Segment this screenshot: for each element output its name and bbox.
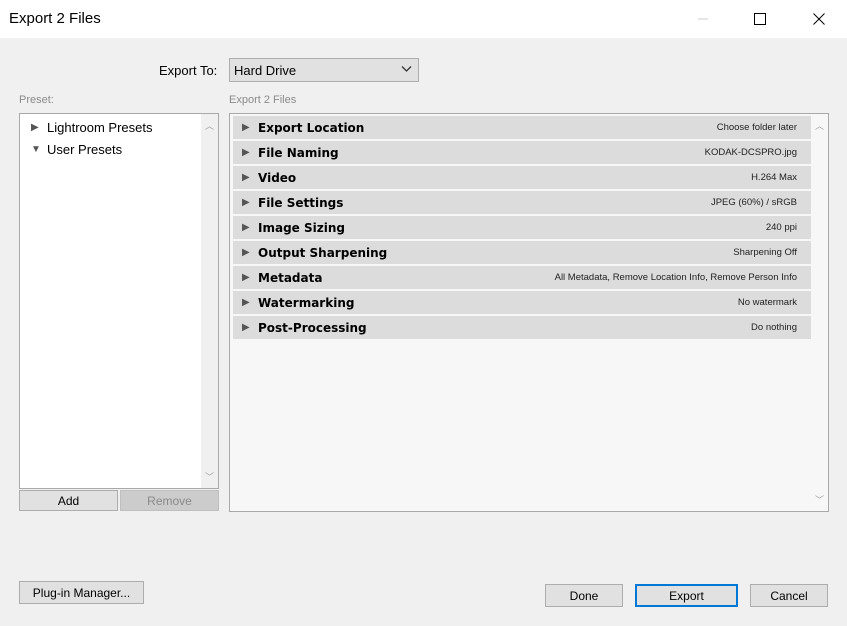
expand-triangle-icon: ▶ xyxy=(242,197,250,208)
settings-row-file-settings[interactable]: ▶ File Settings JPEG (60%) / sRGB xyxy=(233,191,811,214)
settings-row-value: No watermark xyxy=(737,297,797,308)
plugin-manager-button[interactable]: Plug-in Manager... xyxy=(19,581,144,604)
expand-triangle-icon: ▶ xyxy=(242,147,250,158)
settings-row-name: Image Sizing xyxy=(258,220,345,235)
preset-section-label: Preset: xyxy=(19,94,54,106)
maximize-icon xyxy=(754,13,766,25)
preset-item-label: User Presets xyxy=(47,142,123,157)
export-to-label: Export To: xyxy=(159,63,218,78)
settings-row-value: KODAK-DCSPRO.jpg xyxy=(704,147,797,158)
expand-triangle-icon: ▶ xyxy=(242,247,250,258)
settings-row-name: File Settings xyxy=(258,195,344,210)
settings-row-value: 240 ppi xyxy=(765,222,797,233)
remove-preset-button[interactable]: Remove xyxy=(120,490,219,511)
settings-row-value: JPEG (60%) / sRGB xyxy=(710,197,797,208)
expand-triangle-icon: ▶ xyxy=(242,122,250,133)
settings-row-name: Watermarking xyxy=(258,295,355,310)
settings-row-value: Sharpening Off xyxy=(733,247,797,258)
settings-row-value: Choose folder later xyxy=(716,122,797,133)
chevron-down-icon xyxy=(401,66,412,72)
export-to-value: Hard Drive xyxy=(234,63,297,78)
preset-scrollbar[interactable]: ︿ ﹀ xyxy=(201,114,218,488)
export-settings-panel: ▶ Export Location Choose folder later ▶ … xyxy=(229,113,829,512)
close-icon xyxy=(813,13,825,25)
scroll-up-icon[interactable]: ︿ xyxy=(815,119,824,132)
settings-row-name: Metadata xyxy=(258,270,323,285)
settings-row-value: H.264 Max xyxy=(751,172,797,183)
minimize-icon xyxy=(698,18,708,20)
expand-triangle-icon: ▶ xyxy=(242,222,250,233)
settings-row-name: Video xyxy=(258,170,297,185)
settings-section-label: Export 2 Files xyxy=(229,94,297,106)
settings-row-value: Do nothing xyxy=(751,322,797,333)
settings-row-name: File Naming xyxy=(258,145,339,160)
preset-item-label: Lightroom Presets xyxy=(47,120,153,135)
settings-row-image-sizing[interactable]: ▶ Image Sizing 240 ppi xyxy=(233,216,811,239)
expand-triangle-icon: ▶ xyxy=(242,172,250,183)
window-title: Export 2 Files xyxy=(9,10,101,27)
title-bar: Export 2 Files xyxy=(0,0,847,38)
minimize-button[interactable] xyxy=(680,0,726,38)
settings-scrollbar[interactable]: ︿ ﹀ xyxy=(810,114,828,511)
preset-item-user[interactable]: ▼ User Presets xyxy=(31,142,122,157)
settings-row-post-processing[interactable]: ▶ Post-Processing Do nothing xyxy=(233,316,811,339)
close-button[interactable] xyxy=(796,0,842,38)
scroll-down-icon[interactable]: ﹀ xyxy=(205,470,214,483)
settings-row-export-location[interactable]: ▶ Export Location Choose folder later xyxy=(233,116,811,139)
settings-row-name: Output Sharpening xyxy=(258,245,388,260)
expand-triangle-icon: ▶ xyxy=(242,272,250,283)
scroll-up-icon[interactable]: ︿ xyxy=(205,119,214,132)
settings-row-output-sharpening[interactable]: ▶ Output Sharpening Sharpening Off xyxy=(233,241,811,264)
expand-triangle-icon: ▶ xyxy=(242,322,250,333)
done-button[interactable]: Done xyxy=(545,584,623,607)
maximize-button[interactable] xyxy=(737,0,783,38)
preset-item-lightroom[interactable]: ▶ Lightroom Presets xyxy=(31,120,153,135)
add-preset-button[interactable]: Add xyxy=(19,490,118,511)
expand-triangle-icon[interactable]: ▶ xyxy=(31,122,47,133)
preset-tree[interactable]: ▶ Lightroom Presets ▼ User Presets ︿ ﹀ xyxy=(19,113,219,489)
export-to-select[interactable]: Hard Drive xyxy=(229,58,419,82)
settings-row-file-naming[interactable]: ▶ File Naming KODAK-DCSPRO.jpg xyxy=(233,141,811,164)
settings-row-watermarking[interactable]: ▶ Watermarking No watermark xyxy=(233,291,811,314)
settings-row-metadata[interactable]: ▶ Metadata All Metadata, Remove Location… xyxy=(233,266,811,289)
cancel-button[interactable]: Cancel xyxy=(750,584,828,607)
settings-row-value: All Metadata, Remove Location Info, Remo… xyxy=(554,272,797,283)
export-button[interactable]: Export xyxy=(635,584,738,607)
scroll-down-icon[interactable]: ﹀ xyxy=(815,493,824,506)
expand-triangle-icon: ▶ xyxy=(242,297,250,308)
collapse-triangle-icon[interactable]: ▼ xyxy=(31,144,47,155)
settings-row-video[interactable]: ▶ Video H.264 Max xyxy=(233,166,811,189)
settings-row-name: Post-Processing xyxy=(258,320,367,335)
settings-row-name: Export Location xyxy=(258,120,365,135)
